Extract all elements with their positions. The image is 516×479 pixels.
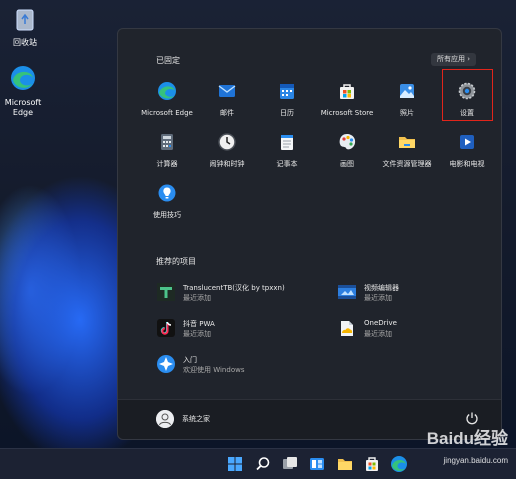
pinned-app-label: 文件资源管理器	[382, 160, 432, 168]
pinned-app-movies[interactable]: 电影和电视	[436, 132, 498, 169]
desktop-icon-edge[interactable]: Microsoft Edge	[0, 64, 48, 118]
store-icon	[340, 84, 354, 99]
user-avatar-icon[interactable]	[156, 410, 174, 428]
chevron-right-icon: ›	[467, 55, 470, 63]
douyin-icon	[157, 319, 175, 337]
pinned-app-label: Microsoft Edge	[141, 109, 193, 117]
pinned-app-file-explorer[interactable]: 文件资源管理器	[376, 132, 438, 169]
edge-icon	[158, 82, 176, 100]
all-apps-label: 所有应用	[436, 55, 465, 63]
recommended-item-subtitle: 最近添加	[364, 330, 392, 338]
desktop-icon-recycle-bin[interactable]: 回收站	[0, 6, 50, 48]
video-editor-icon	[338, 285, 356, 299]
pinned-title: 已固定	[156, 56, 180, 65]
pinned-app-label: 闹钟和时钟	[209, 160, 245, 168]
recommended-item-subtitle: 欢迎使用 Windows	[183, 366, 245, 374]
widgets-icon[interactable]	[308, 455, 326, 473]
pinned-app-clock[interactable]: 闹钟和时钟	[196, 132, 258, 169]
pinned-app-photos[interactable]: 照片	[376, 81, 438, 118]
pinned-app-paint[interactable]: 画图	[316, 132, 378, 169]
edge-icon[interactable]	[390, 455, 408, 473]
pinned-app-label: Microsoft Store	[320, 109, 374, 117]
taskbar	[0, 448, 516, 479]
watermark-brand: Baidu经验	[426, 429, 508, 448]
pinned-app-label: 使用技巧	[153, 211, 181, 219]
pinned-app-label: 记事本	[276, 160, 298, 168]
calendar-icon	[280, 84, 294, 99]
pinned-app-label: 邮件	[220, 109, 234, 117]
recommended-item-subtitle: 最近添加	[183, 330, 211, 338]
recommended-item-title: TranslucentTB(汉化 by tpxxn)	[183, 284, 285, 292]
desktop-icon-label: 回收站	[13, 38, 37, 47]
windows-start-icon[interactable]	[226, 455, 244, 473]
pinned-app-label: 计算器	[156, 160, 178, 168]
file-explorer-icon[interactable]	[336, 455, 354, 473]
recommended-item[interactable]: 视频编辑器 最近添加	[337, 280, 487, 306]
baidu-watermark: Baidu经验 jingyan.baidu.com	[426, 424, 508, 465]
recommended-title: 推荐的项目	[156, 257, 196, 266]
user-name[interactable]: 系统之家	[182, 414, 210, 424]
pinned-app-notepad[interactable]: 记事本	[256, 132, 318, 169]
tips-icon	[158, 184, 176, 202]
recommended-item[interactable]: TranslucentTB(汉化 by tpxxn) 最近添加	[156, 280, 306, 306]
paint-icon	[339, 134, 356, 150]
settings-highlight-box	[442, 69, 493, 121]
translucenttb-icon	[157, 283, 175, 301]
pinned-app-label: 电影和电视	[449, 160, 485, 168]
task-view-icon[interactable]	[281, 455, 299, 473]
clock-icon	[218, 133, 236, 151]
onedrive-icon	[341, 321, 353, 336]
pinned-app-calculator[interactable]: 计算器	[136, 132, 198, 169]
pinned-app-label: 日历	[280, 109, 294, 117]
search-icon[interactable]	[254, 455, 272, 473]
recommended-item-subtitle: 最近添加	[183, 294, 211, 302]
mail-icon	[218, 85, 236, 97]
recommended-item[interactable]: 抖音 PWA 最近添加	[156, 316, 306, 342]
recommended-item-subtitle: 最近添加	[364, 294, 392, 302]
edge-icon	[11, 66, 35, 90]
movies-icon	[460, 135, 474, 149]
pinned-app-tips[interactable]: 使用技巧	[136, 183, 198, 220]
notepad-icon	[281, 135, 293, 150]
pinned-app-label: 照片	[400, 109, 414, 117]
recommended-item-title: 抖音 PWA	[183, 320, 215, 328]
pinned-app-calendar[interactable]: 日历	[256, 81, 318, 118]
folder-icon	[399, 137, 415, 148]
calculator-icon	[161, 134, 173, 150]
recommended-item-title: 视频编辑器	[364, 284, 399, 292]
photos-icon	[400, 84, 414, 98]
store-icon[interactable]	[363, 455, 381, 473]
recommended-item[interactable]: OneDrive 最近添加	[337, 316, 487, 342]
pinned-app-store[interactable]: Microsoft Store	[316, 81, 378, 118]
watermark-url: jingyan.baidu.com	[443, 456, 508, 465]
recommended-item[interactable]: 入门 欢迎使用 Windows	[156, 352, 306, 378]
recommended-item-title: OneDrive	[364, 319, 397, 327]
get-started-icon	[157, 355, 175, 373]
desktop-icon-label: Microsoft Edge	[4, 98, 42, 117]
pinned-app-label: 画图	[340, 160, 354, 168]
pinned-app-mail[interactable]: 邮件	[196, 81, 258, 118]
recycle-bin-icon	[16, 9, 34, 31]
recommended-item-title: 入门	[183, 356, 197, 364]
pinned-app-edge[interactable]: Microsoft Edge	[136, 81, 198, 118]
all-apps-button[interactable]: 所有应用 ›	[430, 53, 476, 66]
power-icon[interactable]	[465, 411, 479, 425]
